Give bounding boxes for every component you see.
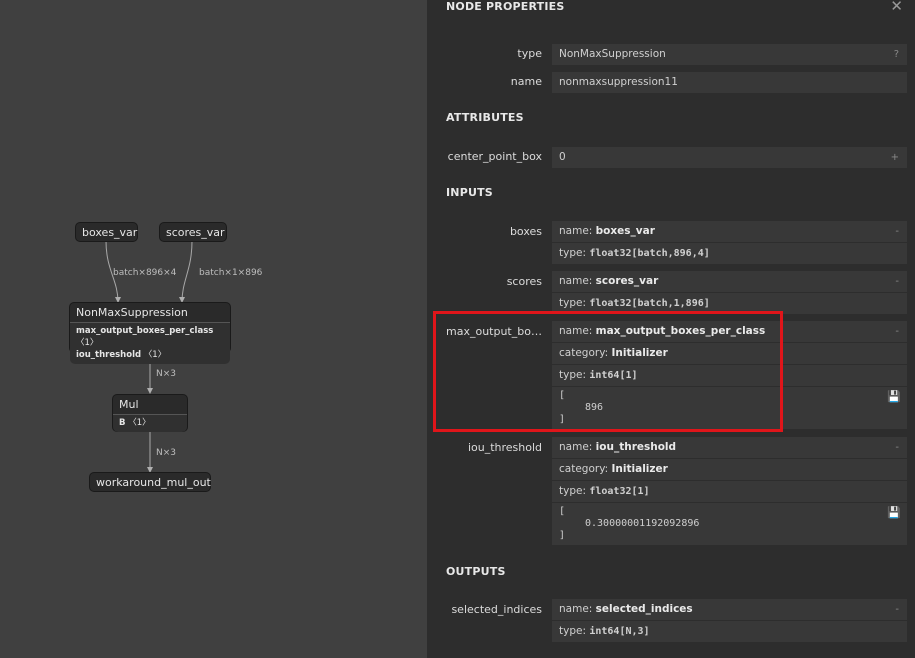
- collapse-icon[interactable]: -: [895, 437, 899, 458]
- input-type: float32[1]: [589, 486, 650, 497]
- type-key: type:: [559, 625, 590, 637]
- edge-label-nms-out: N×3: [156, 369, 176, 379]
- input-scores-label: scores: [506, 275, 542, 288]
- category-key: category:: [559, 463, 612, 475]
- node-title: boxes_var: [82, 226, 138, 239]
- input-iou-label: iou_threshold: [467, 441, 542, 454]
- edge-label-mul-out: N×3: [156, 448, 176, 458]
- collapse-icon[interactable]: -: [895, 599, 899, 620]
- name-key: name:: [559, 603, 596, 615]
- node-boxes-var[interactable]: boxes_var: [75, 222, 138, 242]
- node-title: scores_var: [166, 226, 225, 239]
- edge-label-boxes: batch×896×4: [113, 268, 177, 278]
- attr-name: max_output_boxes_per_class: [76, 326, 214, 336]
- save-icon[interactable]: 💾: [887, 507, 901, 519]
- type-label: type: [517, 47, 542, 60]
- attr-name: iou_threshold: [76, 350, 142, 360]
- edge-label-scores: batch×1×896: [199, 268, 263, 278]
- name-key: name:: [559, 441, 596, 453]
- node-title: workaround_mul_out: [96, 476, 211, 489]
- output-selected-indices[interactable]: name: selected_indices - type: int64[N,3]: [552, 599, 907, 642]
- inputs-header: INPUTS: [446, 186, 493, 199]
- close-bracket: ]: [559, 530, 566, 541]
- panel-title: NODE PROPERTIES: [446, 0, 565, 13]
- type-key: type:: [559, 247, 590, 259]
- input-type: float32[batch,1,896]: [589, 298, 710, 309]
- edge-scores: [179, 240, 193, 303]
- attr-value: 〈1〉: [76, 338, 99, 348]
- center-point-box-value: 0: [559, 151, 566, 163]
- tensor-value: [ 0.30000001192092896 ] 💾: [552, 503, 907, 545]
- node-scores-var[interactable]: scores_var: [159, 222, 227, 242]
- node-mul[interactable]: Mul B 〈1〉: [112, 394, 188, 432]
- node-nonmaxsuppression[interactable]: NonMaxSuppression max_output_boxes_per_c…: [69, 302, 231, 364]
- name-label: name: [510, 75, 542, 88]
- type-key: type:: [559, 297, 590, 309]
- input-boxes[interactable]: name: boxes_var - type: float32[batch,896…: [552, 221, 907, 264]
- name-field[interactable]: nonmaxsuppression11: [552, 72, 907, 93]
- open-bracket: [: [559, 506, 566, 517]
- name-value: nonmaxsuppression11: [559, 76, 678, 88]
- output-name: selected_indices: [595, 603, 693, 615]
- node-attributes: B 〈1〉: [113, 414, 187, 432]
- node-workaround-mul-out[interactable]: workaround_mul_out: [89, 472, 211, 492]
- graph-canvas[interactable]: boxes_var scores_var batch×896×4 batch×1…: [0, 0, 427, 658]
- attr-value: 〈1〉: [143, 350, 167, 360]
- outputs-header: OUTPUTS: [446, 565, 506, 578]
- type-key: type:: [559, 485, 590, 497]
- expand-icon[interactable]: +: [891, 147, 899, 168]
- tensor-value-text: 0.30000001192092896: [585, 518, 700, 529]
- highlight-box: [433, 311, 783, 432]
- attr-name: B: [119, 418, 126, 428]
- node-attributes: max_output_boxes_per_class 〈1〉 iou_thres…: [70, 322, 230, 364]
- input-name: boxes_var: [595, 225, 655, 237]
- node-title: Mul: [119, 398, 139, 411]
- name-key: name:: [559, 275, 596, 287]
- input-iou-threshold[interactable]: name: iou_threshold - category: Initializ…: [552, 437, 907, 545]
- center-point-box-label: center_point_box: [447, 150, 542, 163]
- input-name: scores_var: [595, 275, 659, 287]
- name-key: name:: [559, 225, 596, 237]
- attr-value: 〈1〉: [128, 418, 151, 428]
- input-name: iou_threshold: [595, 441, 677, 453]
- output-type: int64[N,3]: [589, 626, 650, 637]
- collapse-icon[interactable]: -: [895, 271, 899, 292]
- close-icon[interactable]: ✕: [890, 0, 903, 15]
- attributes-header: ATTRIBUTES: [446, 111, 524, 124]
- type-field[interactable]: NonMaxSuppression ?: [552, 44, 907, 65]
- input-boxes-label: boxes: [509, 225, 542, 238]
- input-category: Initializer: [611, 463, 668, 475]
- type-value: NonMaxSuppression: [559, 48, 666, 60]
- save-icon[interactable]: 💾: [887, 391, 901, 403]
- collapse-icon[interactable]: -: [895, 221, 899, 242]
- input-scores[interactable]: name: scores_var - type: float32[batch,1,…: [552, 271, 907, 314]
- output-selected-label: selected_indices: [451, 603, 542, 616]
- help-icon[interactable]: ?: [894, 44, 899, 65]
- collapse-icon[interactable]: -: [895, 321, 899, 342]
- input-type: float32[batch,896,4]: [589, 248, 710, 259]
- node-title: NonMaxSuppression: [76, 306, 188, 319]
- center-point-box-field[interactable]: 0 +: [552, 147, 907, 168]
